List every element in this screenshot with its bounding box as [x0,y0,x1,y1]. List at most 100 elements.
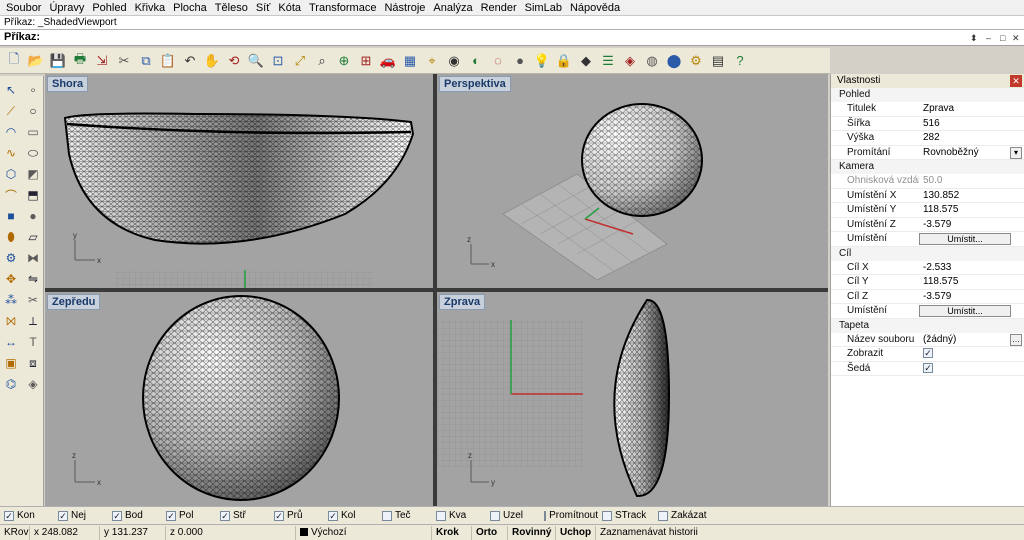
zoom-extents-icon[interactable]: ⤢ [290,51,310,71]
dimension-icon[interactable]: ↔ [1,332,21,352]
planar-toggle[interactable]: Rovinný [508,525,556,540]
undo-icon[interactable]: ↶ [180,51,200,71]
property-checkbox-cell[interactable]: ✓ [919,347,1024,361]
property-value[interactable]: 130.852 [919,189,1024,203]
circle-icon[interactable]: ○ [23,101,43,121]
shaded-sphere-icon[interactable]: ⬤ [664,51,684,71]
render-tool-icon[interactable]: ◈ [23,374,43,394]
light-icon[interactable]: 💡 [532,51,552,71]
history-scroll-icon[interactable]: ⬍ [970,31,978,46]
menu-item[interactable]: Nápověda [566,2,624,14]
sphere-icon[interactable]: ● [23,206,43,226]
osnap-item[interactable]: Zakázat [654,510,714,521]
cylinder-icon[interactable]: ⬮ [1,227,21,247]
osnap-checkbox[interactable] [436,510,446,521]
ellipse-icon[interactable]: ⬭ [23,143,43,163]
osnap-checkbox[interactable]: ✓ [274,510,284,521]
layer-icon[interactable]: ☰ [598,51,618,71]
zoom-target-icon[interactable]: ⊕ [334,51,354,71]
osnap-item[interactable]: Uzel [486,510,540,521]
dropdown-arrow-icon[interactable]: ▾ [1010,146,1022,159]
split-icon[interactable]: ⟂ [23,311,43,331]
osnap-checkbox[interactable]: ✓ [4,510,14,521]
close-icon[interactable]: ✕ [1012,31,1020,46]
box-icon[interactable]: ■ [1,206,21,226]
browse-file-button[interactable]: … [1010,333,1022,346]
shaded-icon[interactable]: ◐ [466,51,486,71]
property-value[interactable]: 118.575 [919,203,1024,217]
viewport-front[interactable]: Zepředu x z [45,292,433,506]
transform-icon[interactable]: ✥ [1,269,21,289]
xray-icon[interactable]: ◍ [642,51,662,71]
place-button[interactable]: Umístit... [919,233,1011,245]
osnap-checkbox[interactable]: ✓ [58,510,68,521]
toolbar-icon[interactable]: ▤ [708,51,728,71]
record-history-toggle[interactable]: Zaznamenávat historii [596,526,1024,540]
trim-icon[interactable]: ✂ [23,290,43,310]
viewport-top[interactable]: Shora x y [45,74,433,288]
menu-item[interactable]: Křivka [131,2,170,14]
material-icon[interactable]: ◆ [576,51,596,71]
viewport-title-front[interactable]: Zepředu [47,294,101,310]
mesh-icon[interactable]: ⚙ [1,248,21,268]
print-icon[interactable]: 🖶 [70,51,90,71]
osnap-item[interactable]: ✓ Kon [0,510,54,521]
osnap-item[interactable]: ✓ Nej [54,510,108,521]
menu-item[interactable]: Kóta [274,2,305,14]
property-value[interactable]: (žádný)… [919,333,1024,347]
menu-item[interactable]: SimLab [521,2,566,14]
menu-item[interactable]: Síť [252,2,275,14]
current-layer[interactable]: Výchozí [296,525,432,540]
point-icon[interactable]: ∘ [23,80,43,100]
arc-icon[interactable]: ◠ [1,122,21,142]
menu-item[interactable]: Nástroje [380,2,429,14]
group-icon[interactable]: ⧈ [23,353,43,373]
osnap-checkbox[interactable] [658,510,668,521]
text-icon[interactable]: T [23,332,43,352]
osnap-checkbox[interactable] [602,510,612,521]
property-checkbox[interactable]: ✓ [923,348,933,359]
viewport-right[interactable]: Zprava y z [437,292,828,506]
maximize-icon[interactable]: □ [1000,31,1005,46]
grid-plane-icon[interactable]: ▦ [400,51,420,71]
paste-icon[interactable]: 📋 [158,51,178,71]
rotate-view-icon[interactable]: ⟲ [224,51,244,71]
import-icon[interactable]: ⇲ [92,51,112,71]
osnap-item[interactable]: Promítnout [540,510,598,521]
ghosted-icon[interactable]: ◌ [488,51,508,71]
osnap-item[interactable]: ✓ Prů [270,510,324,521]
osnap-checkbox[interactable] [544,510,547,521]
analyze-icon[interactable]: ⌬ [1,374,21,394]
close-panel-icon[interactable]: ✕ [1010,75,1022,87]
zoom-window-icon[interactable]: ⊡ [268,51,288,71]
render-icon[interactable]: ● [510,51,530,71]
osnap-item[interactable]: ✓ Pol [162,510,216,521]
extrude-icon[interactable]: ⬒ [23,185,43,205]
open-icon[interactable]: 📂 [26,51,46,71]
pan-icon[interactable]: ✋ [202,51,222,71]
osnap-checkbox[interactable] [382,510,392,521]
place-button-cell[interactable]: Umístit... [919,304,1024,318]
options-icon[interactable]: ⚙ [686,51,706,71]
new-icon[interactable]: 🗋 [4,51,24,71]
help-icon[interactable]: ? [730,51,750,71]
osnap-toggle[interactable]: Uchop [556,525,596,540]
osnap-checkbox[interactable] [490,510,500,521]
property-value[interactable]: Zprava [919,102,1024,116]
car-icon[interactable]: 🚗 [378,51,398,71]
menu-item[interactable]: Těleso [211,2,252,14]
place-button-cell[interactable]: Umístit... [919,232,1024,246]
lock-icon[interactable]: 🔒 [554,51,574,71]
rectangle-icon[interactable]: ▭ [23,122,43,142]
osnap-item[interactable]: Kva [432,510,486,521]
viewport-perspective[interactable]: Perspektiva x z [437,74,828,288]
minimize-icon[interactable]: – [986,31,991,46]
menu-item[interactable]: Úpravy [45,2,88,14]
place-button[interactable]: Umístit... [919,305,1011,317]
property-checkbox-cell[interactable]: ✓ [919,362,1024,376]
plane-surface-icon[interactable]: ▱ [23,227,43,247]
join-icon[interactable]: ⨝ [1,311,21,331]
property-value[interactable]: 282 [919,131,1024,145]
menu-item[interactable]: Pohled [88,2,130,14]
cut-icon[interactable]: ✂ [114,51,134,71]
